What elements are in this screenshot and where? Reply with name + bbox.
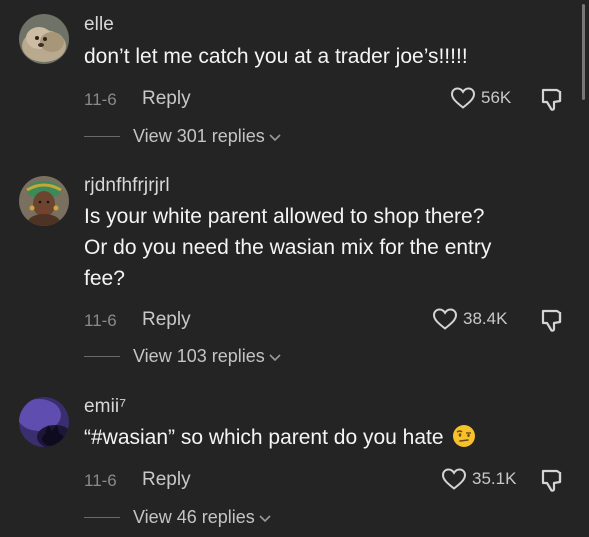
divider bbox=[84, 136, 120, 137]
avatar[interactable] bbox=[19, 14, 69, 64]
divider bbox=[84, 517, 120, 518]
like-button[interactable]: 35.1K bbox=[441, 467, 516, 491]
comment-text: “#wasian” so which parent do you hate bbox=[84, 422, 554, 453]
chevron-down-icon bbox=[269, 353, 281, 361]
username[interactable]: elle bbox=[84, 14, 114, 36]
avatar[interactable] bbox=[19, 176, 69, 226]
like-count: 38.4K bbox=[463, 309, 508, 328]
comment-text: don’t let me catch you at a trader joe’s… bbox=[84, 45, 468, 68]
comment-text-line: Is your white parent allowed to shop the… bbox=[84, 205, 485, 228]
view-replies-button[interactable]: View 103 replies bbox=[84, 346, 282, 367]
woman-avatar-icon bbox=[19, 176, 69, 226]
like-count: 35.1K bbox=[472, 469, 517, 488]
dislike-icon[interactable] bbox=[539, 466, 567, 494]
dislike-icon[interactable] bbox=[539, 85, 567, 113]
comment-text-content: “#wasian” so which parent do you hate bbox=[84, 426, 444, 449]
comment-text: Is your white parent allowed to shop the… bbox=[84, 201, 554, 294]
cat-avatar-icon bbox=[19, 397, 69, 447]
reply-button[interactable]: Reply bbox=[142, 88, 191, 110]
view-replies-button[interactable]: View 46 replies bbox=[84, 507, 272, 528]
view-replies-button[interactable]: View 301 replies bbox=[84, 126, 282, 147]
comment-date: 11-6 bbox=[84, 90, 117, 109]
avatar[interactable] bbox=[19, 397, 69, 447]
scrollbar[interactable] bbox=[582, 4, 585, 100]
like-count: 56K bbox=[481, 88, 512, 107]
view-replies-label: View 301 replies bbox=[133, 126, 265, 146]
view-replies-label: View 103 replies bbox=[133, 346, 265, 366]
comment-text-line: Or do you need the wasian mix for the en… bbox=[84, 236, 492, 259]
raised-eyebrow-emoji-icon bbox=[452, 425, 475, 447]
username[interactable]: rjdnfhfrjrjrl bbox=[84, 175, 170, 197]
heart-icon bbox=[432, 308, 458, 330]
comment-date: 11-6 bbox=[84, 311, 117, 330]
reply-button[interactable]: Reply bbox=[142, 309, 191, 331]
heart-icon bbox=[450, 87, 476, 109]
divider bbox=[84, 356, 120, 357]
comment-date: 11-6 bbox=[84, 471, 117, 490]
dislike-icon[interactable] bbox=[539, 306, 567, 334]
username[interactable]: emii⁷ bbox=[84, 396, 126, 418]
comment-text-line: fee? bbox=[84, 267, 125, 290]
chevron-down-icon bbox=[269, 133, 281, 141]
like-button[interactable]: 38.4K bbox=[432, 307, 507, 331]
chevron-down-icon bbox=[259, 514, 271, 522]
heart-icon bbox=[441, 468, 467, 490]
dog-avatar-icon bbox=[19, 14, 69, 64]
view-replies-label: View 46 replies bbox=[133, 507, 255, 527]
like-button[interactable]: 56K bbox=[450, 86, 511, 110]
reply-button[interactable]: Reply bbox=[142, 469, 191, 491]
